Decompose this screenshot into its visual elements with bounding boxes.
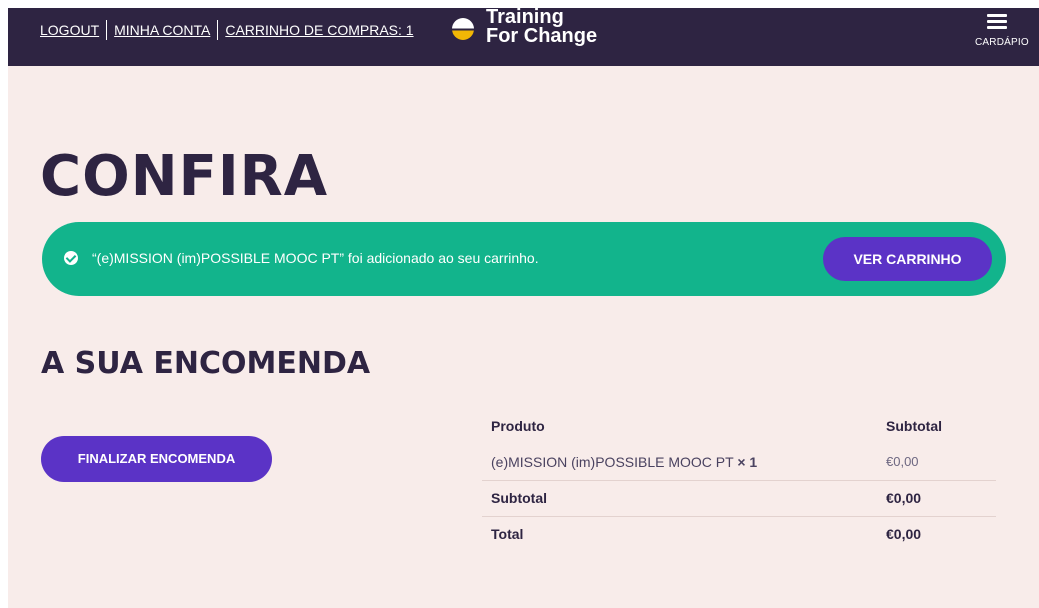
view-cart-button[interactable]: VER CARRINHO — [823, 237, 992, 281]
item-quantity: × 1 — [737, 453, 758, 470]
menu-button[interactable]: CARDÁPIO — [975, 14, 1029, 50]
logo-line-2: For Change — [486, 25, 598, 47]
cart-notice: “(e)MISSION (im)POSSIBLE MOOC PT” foi ad… — [42, 222, 1006, 296]
check-circle-icon — [64, 251, 78, 265]
notice-message: “(e)MISSION (im)POSSIBLE MOOC PT” foi ad… — [92, 250, 539, 266]
hamburger-icon — [987, 14, 1007, 29]
item-price: €0,00 — [886, 454, 919, 470]
account-nav: LOGOUT MINHA CONTA CARRINHO DE COMPRAS: … — [40, 20, 414, 40]
subtotal-label: Subtotal — [482, 479, 886, 516]
page-title: CONFIRA — [40, 144, 329, 209]
cart-link[interactable]: CARRINHO DE COMPRAS: 1 — [225, 22, 413, 38]
logout-link[interactable]: LOGOUT — [40, 22, 99, 38]
total-label: Total — [482, 515, 886, 552]
checkout-button[interactable]: FINALIZAR ENCOMENDA — [41, 436, 272, 482]
site-logo[interactable]: Training For Change — [452, 8, 597, 46]
item-name: (e)MISSION (im)POSSIBLE MOOC PT — [491, 453, 734, 470]
logo-icon — [452, 18, 474, 40]
page: LOGOUT MINHA CONTA CARRINHO DE COMPRAS: … — [8, 8, 1039, 608]
top-header: LOGOUT MINHA CONTA CARRINHO DE COMPRAS: … — [8, 8, 1039, 66]
menu-label: CARDÁPIO — [975, 37, 1029, 48]
nav-divider — [217, 20, 219, 40]
order-table: Produto Subtotal (e)MISSION (im)POSSIBLE… — [482, 408, 996, 552]
item-cell: (e)MISSION (im)POSSIBLE MOOC PT × 1 — [482, 444, 886, 480]
subtotal-row: Subtotal €0,00 — [482, 479, 996, 516]
total-value: €0,00 — [886, 515, 996, 552]
table-header-row: Produto Subtotal — [482, 408, 996, 444]
subtotal-value: €0,00 — [886, 479, 996, 516]
subtotal-column-header: Subtotal — [886, 418, 942, 434]
total-row: Total €0,00 — [482, 515, 996, 552]
logo-text: Training For Change — [486, 8, 597, 46]
product-column-header: Produto — [491, 418, 545, 434]
table-row: (e)MISSION (im)POSSIBLE MOOC PT × 1 €0,0… — [482, 444, 996, 480]
my-account-link[interactable]: MINHA CONTA — [114, 22, 210, 38]
nav-divider — [106, 20, 108, 40]
order-heading: A SUA ENCOMENDA — [41, 346, 371, 381]
